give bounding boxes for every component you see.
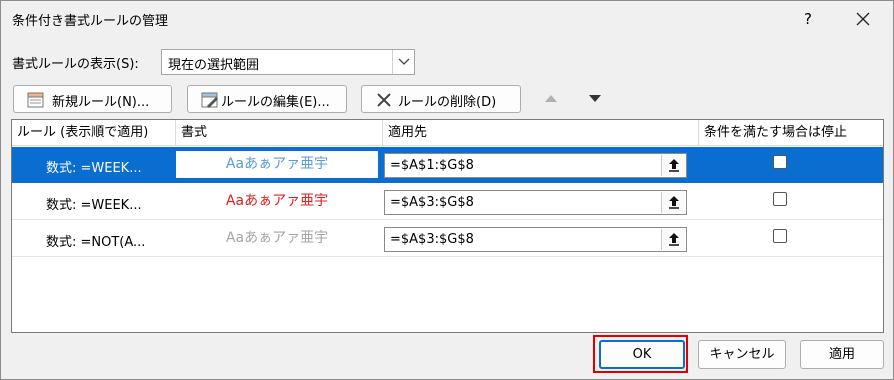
rule-text: 数式: =WEEK... bbox=[46, 161, 142, 176]
close-button[interactable] bbox=[851, 7, 875, 31]
apply-button[interactable]: 適用 bbox=[800, 340, 884, 369]
collapse-dialog-icon bbox=[669, 159, 679, 172]
format-preview: Aaあぁアァ亜宇 bbox=[176, 151, 378, 178]
rule-row[interactable]: 数式: =WEEK... Aaあぁアァ亜宇 =$A$1:$G$8 bbox=[12, 147, 883, 183]
move-down-button[interactable] bbox=[580, 85, 610, 113]
applies-to-value: =$A$1:$G$8 bbox=[390, 158, 474, 173]
stop-if-true-checkbox[interactable] bbox=[773, 155, 787, 169]
new-rule-icon bbox=[27, 92, 44, 108]
collapse-dialog-button[interactable] bbox=[661, 192, 685, 213]
edit-rule-icon bbox=[201, 92, 218, 108]
delete-rule-label: ルールの削除(D) bbox=[398, 95, 497, 110]
show-rules-for-value: 現在の選択範囲 bbox=[168, 58, 260, 73]
format-preview: Aaあぁアァ亜宇 bbox=[225, 230, 329, 246]
rule-row[interactable]: 数式: =WEEK... Aaあぁアァ亜宇 =$A$3:$G$8 bbox=[12, 184, 883, 220]
cancel-button[interactable]: キャンセル bbox=[698, 340, 786, 369]
dropdown-button[interactable] bbox=[392, 50, 414, 74]
show-rules-for-label: 書式ルールの表示(S): bbox=[12, 57, 139, 72]
dialog-title: 条件付き書式ルールの管理 bbox=[12, 14, 169, 29]
applies-to-value: =$A$3:$G$8 bbox=[390, 232, 474, 247]
move-up-button[interactable] bbox=[536, 85, 566, 113]
rule-text: 数式: =NOT(A... bbox=[46, 235, 146, 250]
delete-rule-button[interactable]: ルールの削除(D) bbox=[361, 85, 521, 113]
collapse-dialog-button[interactable] bbox=[661, 155, 685, 176]
applies-to-field[interactable]: =$A$1:$G$8 bbox=[384, 153, 687, 178]
column-header-stop-if-true: 条件を満たす場合は停止 bbox=[699, 120, 883, 146]
rule-text: 数式: =WEEK... bbox=[46, 198, 142, 213]
collapse-dialog-button[interactable] bbox=[661, 229, 685, 250]
delete-rule-icon bbox=[377, 93, 391, 107]
stop-if-true-checkbox[interactable] bbox=[773, 229, 787, 243]
column-header-format: 書式 bbox=[176, 120, 383, 146]
applies-to-field[interactable]: =$A$3:$G$8 bbox=[384, 227, 687, 252]
move-down-icon bbox=[589, 95, 601, 102]
show-rules-for-dropdown[interactable]: 現在の選択範囲 bbox=[161, 49, 415, 75]
move-up-icon bbox=[545, 95, 557, 102]
collapse-dialog-icon bbox=[669, 233, 679, 246]
stop-if-true-checkbox[interactable] bbox=[773, 192, 787, 206]
rule-row[interactable]: 数式: =NOT(A... Aaあぁアァ亜宇 =$A$3:$G$8 bbox=[12, 221, 883, 257]
help-button[interactable]: ? bbox=[796, 7, 820, 31]
edit-rule-label: ルールの編集(E)... bbox=[221, 95, 330, 110]
format-preview: Aaあぁアァ亜宇 bbox=[225, 193, 329, 209]
collapse-dialog-icon bbox=[669, 196, 679, 209]
edit-rule-button[interactable]: ルールの編集(E)... bbox=[187, 85, 347, 113]
dropdown-arrow-icon bbox=[398, 58, 410, 65]
column-header-rule: ルール (表示順で適用) bbox=[12, 120, 176, 146]
applies-to-field[interactable]: =$A$3:$G$8 bbox=[384, 190, 687, 215]
new-rule-label: 新規ルール(N)... bbox=[52, 95, 150, 110]
rules-list: ルール (表示順で適用) 書式 適用先 条件を満たす場合は停止 数式: =WEE… bbox=[11, 119, 884, 333]
manage-rules-dialog: 条件付き書式ルールの管理 ? 書式ルールの表示(S): 現在の選択範囲 新規ルー… bbox=[0, 0, 894, 380]
title-bar: 条件付き書式ルールの管理 ? bbox=[1, 1, 893, 37]
ok-button[interactable]: OK bbox=[599, 340, 685, 369]
new-rule-button[interactable]: 新規ルール(N)... bbox=[13, 85, 172, 113]
applies-to-value: =$A$3:$G$8 bbox=[390, 195, 474, 210]
close-icon bbox=[856, 12, 870, 26]
column-header-applies-to: 適用先 bbox=[383, 120, 699, 146]
